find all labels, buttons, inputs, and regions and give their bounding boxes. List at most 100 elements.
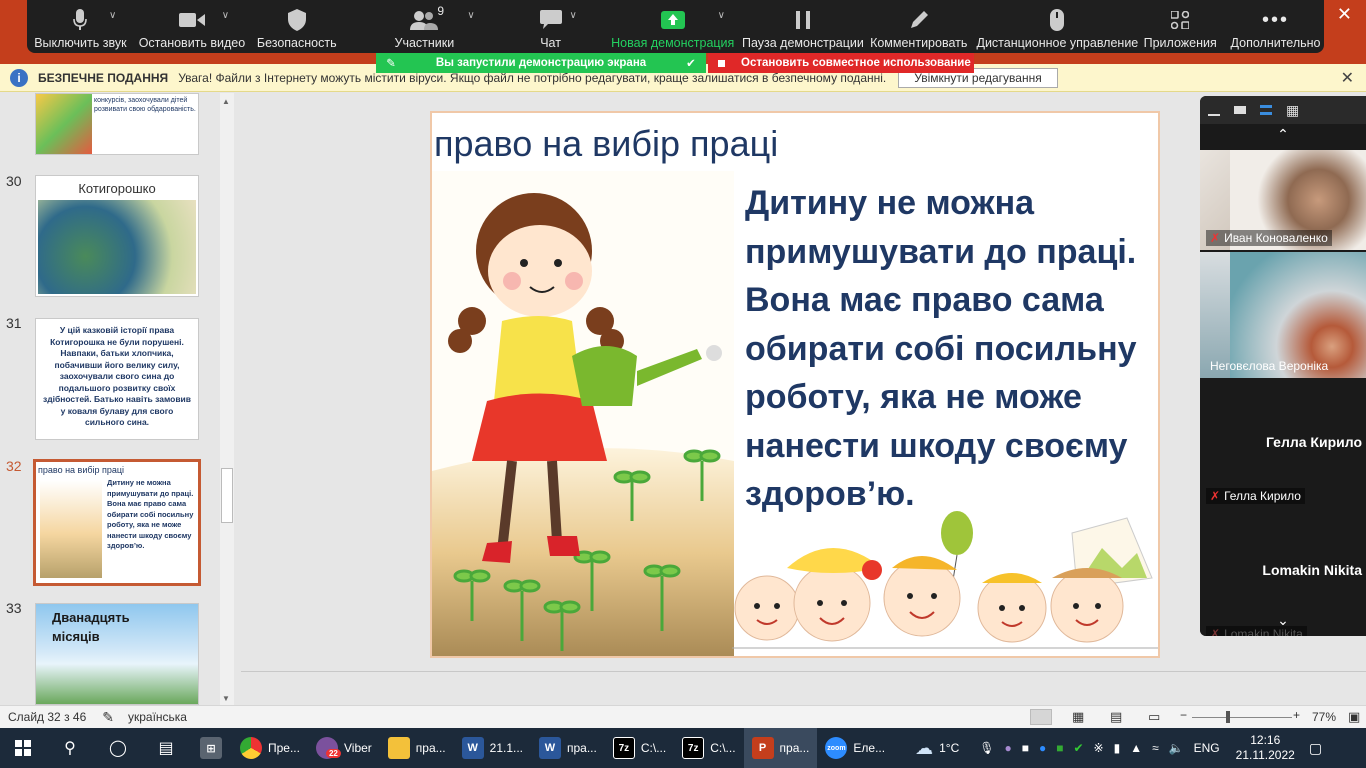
slide-sorter-icon[interactable]: ▦ (1072, 709, 1084, 725)
scroll-up-icon[interactable]: ⌃ (1200, 126, 1366, 148)
weather-widget[interactable]: ☁ 1°C (915, 738, 959, 759)
slide-thumbnail-32-selected[interactable]: право на вибір праці Дитину не можна при… (33, 459, 201, 586)
scrollbar-thumb[interactable] (221, 468, 233, 523)
slide-thumbnail-29[interactable]: конкурсів, заохочували дітей розвивати с… (35, 93, 199, 155)
stop-video-button[interactable]: Остановить видео ∨ (134, 8, 250, 50)
fit-slide-icon[interactable]: ▣ (1348, 709, 1360, 725)
thumbnail-caption: Котигорошко (78, 181, 156, 196)
spelling-check-icon[interactable]: ✎ (102, 709, 114, 726)
close-icon[interactable]: ✕ (1337, 4, 1352, 25)
stop-share-button[interactable]: Остановить совместное использование (708, 53, 974, 73)
participant-name-tag: ✗ Гелла Кирило (1206, 488, 1305, 504)
search-icon[interactable]: ⚲ (46, 738, 94, 758)
more-button[interactable]: ••• Дополнительно (1227, 8, 1324, 51)
taskbar-app-chrome[interactable]: Пре... (232, 728, 308, 768)
remote-control-button[interactable]: Дистанционное управление (976, 8, 1138, 50)
reading-view-icon[interactable]: ▤ (1110, 709, 1122, 725)
taskbar-app-powerpoint[interactable]: P пра... (743, 728, 818, 768)
cortana-icon[interactable]: ◯ (94, 738, 142, 758)
keyboard-language[interactable]: ENG (1194, 741, 1220, 755)
notes-divider[interactable] (241, 671, 1366, 672)
language-indicator[interactable]: українська (128, 710, 187, 724)
powerpoint-icon: P (751, 737, 774, 759)
notifications-icon[interactable]: ▢ (1309, 740, 1322, 757)
microphone-icon[interactable]: 🎙 (979, 741, 994, 755)
thumbnail-number: 31 (6, 315, 22, 331)
chat-button[interactable]: Чат ∨ (521, 8, 579, 50)
slide-thumbnail-31[interactable]: У цій казковій історії права Котигорошка… (35, 318, 199, 440)
zoom-level[interactable]: 77% (1312, 710, 1336, 724)
clock[interactable]: 12:16 21.11.2022 (1236, 733, 1295, 763)
taskbar-app-7zip-2[interactable]: 7z C:\... (674, 728, 743, 768)
participant-video-tile[interactable]: Неговєлова Вероніка (1200, 252, 1366, 378)
slide-show-icon[interactable]: ▭ (1148, 709, 1160, 725)
speaker-view-icon[interactable] (1260, 105, 1272, 115)
zoom-slider-handle[interactable] (1226, 711, 1230, 723)
start-button[interactable] (0, 740, 46, 756)
scroll-down-icon[interactable]: ⌄ (1200, 612, 1366, 629)
thumbnail-body: Дитину не можна примушувати до праці. Во… (107, 478, 194, 550)
participant-video-tile[interactable]: ✗ Иван Коноваленко (1200, 150, 1366, 250)
pause-share-button[interactable]: Пауза демонстрации (742, 8, 864, 50)
zoom-slider[interactable] (1192, 717, 1292, 718)
sharing-banner: ✎ Вы запустили демонстрацию экрана ✔ (376, 53, 706, 73)
info-shield-icon: i (10, 68, 28, 87)
scroll-down-icon[interactable]: ▼ (222, 694, 230, 703)
slide-thumbnail-30[interactable]: Котигорошко (35, 175, 199, 297)
microphone-icon (73, 8, 88, 32)
slide-body-text[interactable]: Дитину не можна примушувати до праці. Во… (745, 179, 1155, 519)
share-screen-icon (660, 8, 685, 32)
taskbar-app-label: C:\... (640, 741, 667, 755)
participants-button[interactable]: 9 Участники ∨ (361, 4, 487, 50)
normal-view-icon[interactable] (1030, 709, 1052, 725)
thumbnail-view-icon[interactable] (1234, 106, 1246, 114)
thumbnail-caption: право на вибір праці (38, 465, 125, 475)
apps-button[interactable]: Приложения (1141, 8, 1219, 50)
thumbnail-number: 33 (6, 600, 22, 616)
security-tray-icon[interactable]: ■ (1056, 741, 1063, 755)
mute-button[interactable]: Выключить звук ∨ (27, 8, 134, 50)
task-view-icon[interactable]: ▤ (142, 738, 190, 758)
wifi-icon[interactable]: ≈ (1152, 741, 1159, 755)
thumbnails-scrollbar[interactable]: ▲ ▼ (220, 93, 234, 705)
thumbnail-illustration (36, 94, 92, 154)
chevron-down-icon[interactable]: ∨ (569, 10, 576, 21)
close-icon[interactable]: ✕ (1341, 68, 1354, 88)
annotate-button[interactable]: Комментировать (870, 8, 967, 50)
zoom-in-icon[interactable]: + (1293, 708, 1300, 722)
chevron-down-icon[interactable]: ∨ (222, 10, 229, 21)
viber-tray-icon[interactable]: ● (1004, 741, 1011, 755)
minimize-icon[interactable] (1208, 114, 1220, 116)
new-share-button[interactable]: Новая демонстрация ∨ (610, 8, 736, 50)
participants-icon: 9 (410, 4, 444, 32)
taskbar-app-explorer[interactable]: пра... (380, 728, 454, 768)
chevron-down-icon[interactable]: ∨ (718, 10, 725, 21)
taskbar-app-word-1[interactable]: W 21.1... (454, 728, 531, 768)
zoom-tray-icon[interactable]: ● (1039, 741, 1046, 755)
zoom-out-icon[interactable]: − (1180, 708, 1187, 722)
slide-thumbnail-33[interactable]: Дванадцять місяців (35, 603, 199, 705)
taskbar-app-viber[interactable]: 22 Viber (308, 728, 380, 768)
taskbar-app-word-2[interactable]: W пра... (531, 728, 605, 768)
battery-icon[interactable]: ▮ (1114, 741, 1121, 755)
calculator-icon[interactable]: ⊞ (190, 737, 232, 759)
protected-view-title: БЕЗПЕЧНЕ ПОДАННЯ (38, 70, 169, 85)
taskbar-app-7zip-1[interactable]: 7z C:\... (605, 728, 674, 768)
security-button[interactable]: Безопасность (250, 8, 343, 50)
volume-icon[interactable]: 🔈 (1169, 741, 1184, 755)
pin-icon[interactable]: ✎ (386, 56, 396, 70)
network-icon[interactable]: ▲ (1130, 741, 1142, 755)
participant-display-name: Lomakin Nikita (1262, 562, 1362, 578)
scroll-up-icon[interactable]: ▲ (222, 97, 230, 106)
chevron-down-icon[interactable]: ∨ (467, 10, 474, 21)
muted-mic-icon: ✗ (1210, 231, 1221, 245)
bluetooth-icon[interactable]: ※ (1094, 741, 1104, 755)
antivirus-tray-icon[interactable]: ✔ (1073, 741, 1083, 755)
taskbar-app-zoom[interactable]: zoom Еле... (817, 728, 893, 768)
more-dots-icon: ••• (1262, 8, 1290, 31)
participant-video-tile[interactable]: Гелла Кирило ✗ Гелла Кирило (1200, 380, 1366, 508)
gallery-view-icon[interactable]: ▦ (1286, 102, 1299, 119)
chevron-down-icon[interactable]: ∨ (109, 10, 116, 21)
screen-share-tray-icon[interactable]: ■ (1022, 741, 1029, 755)
notification-badge: 22 (325, 749, 341, 758)
